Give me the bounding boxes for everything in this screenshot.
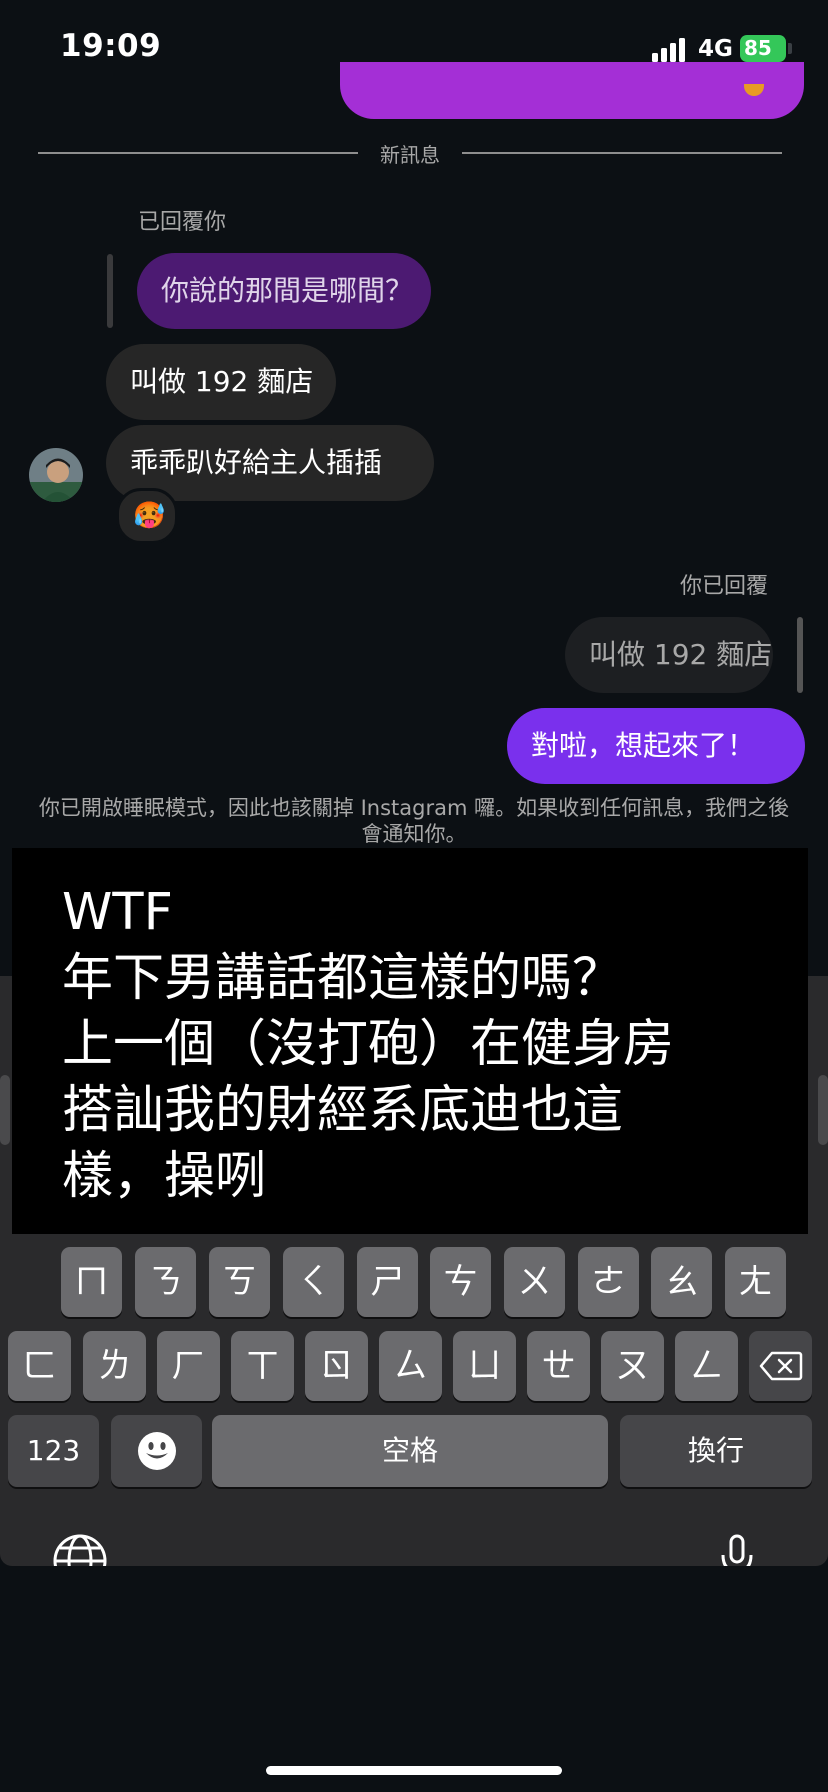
divider-line-right — [462, 152, 782, 154]
caption-line: 搭訕我的財經系底迪也這 — [62, 1081, 624, 1140]
key-bopomofo[interactable]: ㄤ — [725, 1247, 786, 1317]
key-bopomofo[interactable]: ㄕ — [357, 1247, 418, 1317]
battery-icon: 85 — [740, 35, 786, 62]
sender-avatar[interactable] — [29, 448, 83, 502]
caption-line: 樣，操咧 — [62, 1147, 267, 1206]
return-key[interactable]: 換行 — [620, 1415, 812, 1487]
sleep-mode-notice: 你已開啟睡眠模式，因此也該關掉 Instagram 囉。如果收到任何訊息，我們之… — [38, 796, 790, 846]
key-bopomofo[interactable]: ㄒ — [231, 1331, 294, 1401]
key-bopomofo[interactable]: ㄝ — [527, 1331, 590, 1401]
key-bopomofo[interactable]: ㄡ — [601, 1331, 664, 1401]
message-reaction[interactable]: 🥵 — [116, 488, 178, 544]
key-bopomofo[interactable]: ㄇ — [61, 1247, 122, 1317]
key-bopomofo[interactable]: ㄖ — [305, 1331, 368, 1401]
caption-overlay-text: WTF 年下男講話都這樣的嗎？ 上一個（沒打砲）在健身房 搭訕我的財經系底迪也這… — [62, 880, 674, 1210]
numbers-key[interactable]: 123 — [8, 1415, 99, 1487]
key-bopomofo[interactable]: ㄠ — [651, 1247, 712, 1317]
incoming-message-1[interactable]: 叫做 192 麵店 — [106, 344, 336, 420]
cellular-signal-icon — [652, 36, 688, 62]
hot-face-emoji-icon: 🥵 — [133, 501, 166, 531]
emoji-key[interactable] — [111, 1415, 202, 1487]
key-bopomofo[interactable]: ㄈ — [8, 1331, 71, 1401]
caption-line: 上一個（沒打砲）在健身房 — [62, 1015, 675, 1074]
home-indicator[interactable] — [266, 1766, 562, 1775]
reply-quote-bar — [107, 254, 113, 328]
space-key[interactable]: 空格 — [212, 1415, 608, 1487]
network-type: 4G — [698, 36, 733, 62]
reply-quote-bar-right — [797, 617, 803, 693]
key-bopomofo[interactable]: ㄨ — [504, 1247, 565, 1317]
quoted-message-bubble[interactable]: 你說的那間是哪間？ — [137, 253, 431, 329]
key-bopomofo[interactable]: ㄜ — [578, 1247, 639, 1317]
new-messages-divider: 新訊息 — [380, 143, 440, 167]
globe-icon[interactable] — [52, 1533, 108, 1566]
keyboard-edge-left — [0, 1075, 10, 1145]
caption-line: 年下男講話都這樣的嗎？ — [62, 949, 624, 1008]
backspace-icon — [759, 1351, 802, 1381]
outgoing-message[interactable]: 對啦，想起來了！ — [507, 708, 805, 784]
key-bopomofo[interactable]: ㄘ — [430, 1247, 491, 1317]
key-bopomofo[interactable]: ㄩ — [453, 1331, 516, 1401]
quoted-reply-bubble[interactable]: 叫做 192 麵店 — [565, 617, 773, 693]
status-time: 19:09 — [60, 28, 162, 64]
microphone-icon[interactable] — [720, 1533, 754, 1566]
backspace-key[interactable] — [749, 1331, 812, 1401]
replied-to-you-label: 已回覆你 — [138, 210, 227, 235]
keyboard-edge-right — [818, 1075, 828, 1145]
key-bopomofo[interactable]: ㄌ — [83, 1331, 146, 1401]
key-bopomofo[interactable]: ㄥ — [675, 1331, 738, 1401]
you-replied-label: 你已回覆 — [680, 574, 769, 599]
battery-nub — [788, 43, 792, 54]
key-bopomofo[interactable]: ㄋ — [135, 1247, 196, 1317]
key-bopomofo[interactable]: ㄑ — [283, 1247, 344, 1317]
emoji-icon — [137, 1432, 176, 1470]
key-bopomofo[interactable]: ㄎ — [209, 1247, 270, 1317]
key-bopomofo[interactable]: ㄏ — [157, 1331, 220, 1401]
divider-line-left — [38, 152, 358, 154]
caption-line: WTF — [62, 883, 173, 942]
key-bopomofo[interactable]: ㄙ — [379, 1331, 442, 1401]
battery-level: 85 — [744, 36, 772, 60]
previous-message-bubble[interactable] — [340, 62, 804, 119]
